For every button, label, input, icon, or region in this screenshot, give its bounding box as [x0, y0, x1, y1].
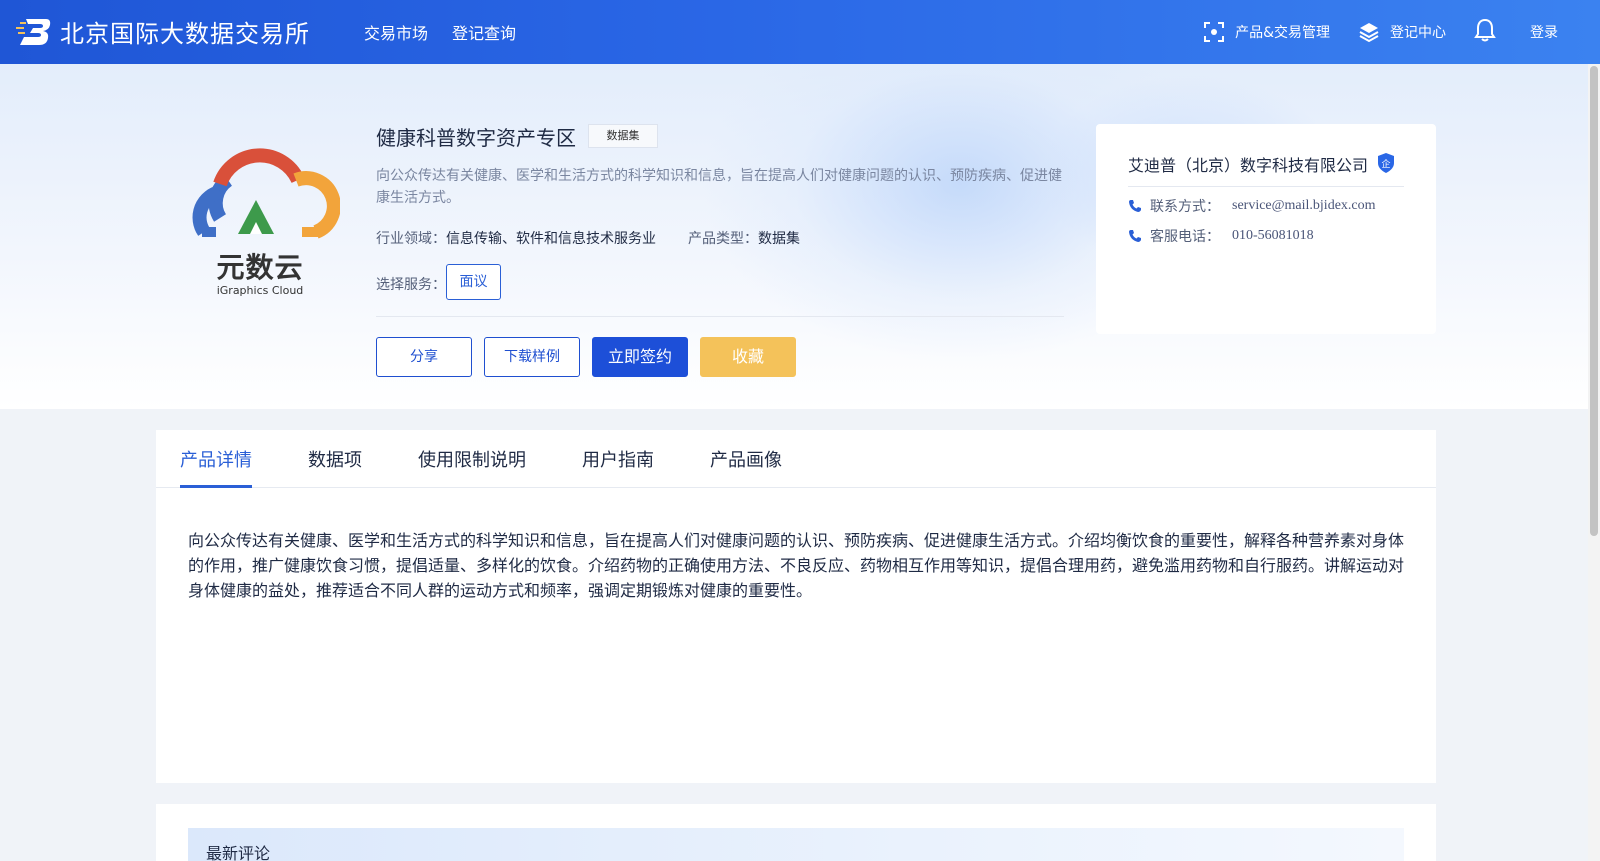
- nav-right: 产品&交易管理 登记中心 登录: [1203, 0, 1600, 64]
- provider-card: 艾迪普（北京）数字科技有限公司 企 联系方式： service@mail.bji…: [1096, 124, 1436, 334]
- registry-center-label: 登记中心: [1390, 25, 1446, 41]
- registry-center-link[interactable]: 登记中心: [1358, 21, 1446, 43]
- product-description: 向公众传达有关健康、医学和生活方式的科学知识和信息，旨在提高人们对健康问题的认识…: [376, 168, 1062, 206]
- product-type-badge: 数据集: [588, 124, 658, 148]
- detail-tabs: 产品详情 数据项 使用限制说明 用户指南 产品画像: [156, 430, 1436, 488]
- phone-icon: [1129, 230, 1141, 242]
- active-tab-indicator: [180, 485, 252, 488]
- type-label: 产品类型：: [688, 231, 758, 247]
- login-link[interactable]: 登录: [1530, 22, 1558, 42]
- product-logo-caption: 元数云 iGraphics Cloud: [180, 252, 340, 298]
- provider-name: 艾迪普（北京）数字科技有限公司: [1128, 156, 1369, 175]
- scrollbar-thumb[interactable]: [1590, 66, 1598, 536]
- tab-product-profile[interactable]: 产品画像: [710, 446, 782, 472]
- divider: [376, 316, 1064, 317]
- product-trade-mgmt-label: 产品&交易管理: [1235, 25, 1330, 41]
- detail-panel: 产品详情 数据项 使用限制说明 用户指南 产品画像 向公众传达有关健康、医学和生…: [156, 430, 1436, 783]
- bjidex-logo-icon: [16, 15, 52, 49]
- comments-header: 最新评论: [188, 828, 1404, 861]
- phone-label: 客服电话：: [1150, 229, 1220, 245]
- divider: [1128, 186, 1404, 187]
- layers-icon: [1359, 23, 1379, 43]
- bell-icon[interactable]: [1474, 18, 1496, 46]
- download-sample-button[interactable]: 下载样例: [484, 337, 580, 377]
- tab-product-detail[interactable]: 产品详情: [180, 446, 252, 472]
- contact-row: 联系方式： service@mail.bjidex.com: [1128, 196, 1376, 216]
- logo-brand-cn: 元数云: [216, 251, 304, 284]
- industry-label: 行业领域：: [376, 231, 446, 247]
- phone-icon: [1129, 200, 1141, 212]
- tab-usage-restrictions[interactable]: 使用限制说明: [418, 446, 526, 472]
- comments-section: 最新评论: [156, 804, 1436, 861]
- product-detail-text: 向公众传达有关健康、医学和生活方式的科学知识和信息，旨在提高人们对健康问题的认识…: [188, 531, 1405, 600]
- brand[interactable]: 北京国际大数据交易所: [16, 14, 310, 49]
- phone-row: 客服电话： 010-56081018: [1128, 226, 1314, 246]
- main-nav: 交易市场 登记查询: [364, 20, 516, 44]
- tab-data-items[interactable]: 数据项: [308, 446, 362, 472]
- industry-value: 信息传输、软件和信息技术服务业: [446, 231, 656, 247]
- verified-enterprise-icon: 企: [1378, 153, 1394, 173]
- sign-now-button[interactable]: 立即签约: [592, 337, 688, 377]
- share-button[interactable]: 分享: [376, 337, 472, 377]
- scan-focus-icon: [1204, 22, 1225, 42]
- contact-email[interactable]: service@mail.bjidex.com: [1232, 198, 1376, 214]
- site-title: 北京国际大数据交易所: [60, 20, 310, 48]
- comments-title: 最新评论: [206, 844, 271, 861]
- phone-number: 010-56081018: [1232, 228, 1314, 243]
- tab-user-guide[interactable]: 用户指南: [582, 446, 654, 472]
- service-option-negotiable[interactable]: 面议: [446, 264, 501, 300]
- product-trade-mgmt-link[interactable]: 产品&交易管理: [1203, 21, 1330, 43]
- type-value: 数据集: [758, 231, 800, 247]
- product-meta: 行业领域：信息传输、软件和信息技术服务业 产品类型：数据集: [376, 228, 800, 248]
- favorite-button[interactable]: 收藏: [700, 337, 796, 377]
- logo-brand-en: iGraphics Cloud: [216, 284, 304, 297]
- service-label: 选择服务：: [376, 277, 446, 293]
- nav-registry-query[interactable]: 登记查询: [452, 20, 516, 44]
- verified-badge-text: 企: [1381, 158, 1390, 170]
- contact-label: 联系方式：: [1150, 199, 1220, 215]
- top-navbar: 北京国际大数据交易所 交易市场 登记查询 产品&交易管理 登记中心 登录: [0, 0, 1600, 64]
- nav-trading-market[interactable]: 交易市场: [364, 20, 428, 44]
- product-title: 健康科普数字资产专区: [376, 126, 576, 150]
